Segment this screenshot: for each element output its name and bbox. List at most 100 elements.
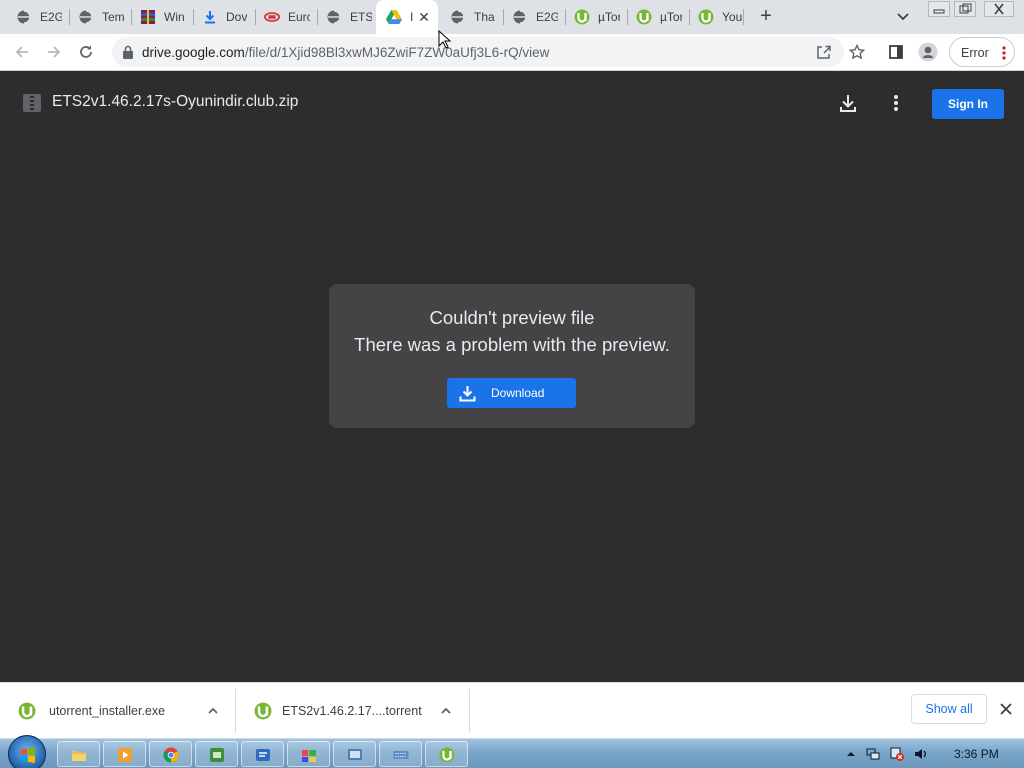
taskbar-explorer[interactable] — [57, 741, 100, 767]
taskbar-app[interactable] — [241, 741, 284, 767]
tab-euro[interactable]: Eurc — [252, 0, 318, 34]
tab-tha[interactable]: Tha — [438, 0, 504, 34]
tab-ets[interactable]: ETS — [314, 0, 380, 34]
utorrent-icon — [574, 9, 590, 25]
google-drive-icon — [386, 9, 402, 25]
tab-strip: E2G Tem Win Dov Eurc ETS I ✕ Tha E2G µTo… — [0, 0, 1024, 34]
file-name: ETS2v1.46.2.17s-Oyunindir.club.zip — [52, 93, 299, 110]
utorrent-icon — [254, 702, 272, 720]
download-filename: ETS2v1.46.2.17....torrent — [282, 704, 422, 718]
tab-utorrent-2[interactable]: µTor — [624, 0, 690, 34]
tab-close-icon[interactable]: ✕ — [416, 9, 432, 25]
taskbar-app[interactable] — [195, 741, 238, 767]
tab-utorrent-1[interactable]: µTor — [562, 0, 628, 34]
network-icon[interactable] — [866, 747, 880, 761]
minimize-button[interactable] — [928, 1, 950, 17]
tab-win[interactable]: Win — [128, 0, 194, 34]
lock-icon[interactable] — [122, 45, 134, 59]
globe-icon — [78, 9, 94, 25]
zip-file-icon — [23, 94, 41, 112]
chevron-up-icon[interactable] — [440, 704, 452, 716]
side-panel-icon[interactable] — [886, 42, 906, 62]
windows-logo-icon — [20, 747, 36, 763]
address-bar[interactable]: drive.google.com/file/d/1Xjid98Bl3xwMJ6Z… — [112, 37, 844, 67]
download-filename: utorrent_installer.exe — [49, 704, 166, 718]
clock[interactable]: 3:36 PM — [954, 747, 999, 761]
error-message: There was a problem with the preview. — [354, 334, 670, 355]
tab-title: µTor — [598, 10, 620, 24]
download-icon — [459, 385, 476, 402]
app-icon — [347, 747, 363, 763]
keyboard-icon — [393, 747, 409, 763]
tab-title: E2G — [40, 10, 62, 24]
tab-download-page[interactable]: Dov — [190, 0, 256, 34]
back-button[interactable] — [12, 42, 32, 62]
tab-search-chevron-icon[interactable] — [896, 9, 912, 25]
chevron-up-icon[interactable] — [207, 704, 219, 716]
explorer-icon — [71, 747, 87, 763]
globe-icon — [16, 9, 32, 25]
globe-icon — [450, 9, 466, 25]
restore-button[interactable] — [954, 1, 976, 17]
action-center-error-icon[interactable] — [890, 747, 904, 761]
reload-button[interactable] — [76, 42, 96, 62]
download-arrow-icon — [202, 9, 218, 25]
more-options-icon[interactable] — [893, 93, 899, 113]
system-tray: 3:36 PM — [844, 739, 1024, 768]
app-icon — [255, 747, 271, 763]
tab-title: µTor — [660, 10, 682, 24]
forward-button[interactable] — [44, 42, 64, 62]
bookmark-star-icon[interactable] — [847, 42, 867, 62]
tab-utorrent-3[interactable]: You — [686, 0, 744, 34]
taskbar-keyboard[interactable] — [379, 741, 422, 767]
profile-error-button[interactable]: Error — [949, 37, 1015, 67]
show-hidden-icons-icon[interactable] — [844, 747, 858, 761]
window-close-button[interactable] — [984, 1, 1014, 17]
taskbar-app[interactable] — [287, 741, 330, 767]
mouse-cursor-icon — [438, 29, 452, 50]
browser-toolbar: drive.google.com/file/d/1Xjid98Bl3xwMJ6Z… — [0, 34, 1024, 71]
winrar-icon — [140, 9, 156, 25]
volume-icon[interactable] — [914, 747, 928, 761]
close-icon[interactable] — [998, 701, 1014, 717]
utorrent-icon — [698, 9, 714, 25]
download-item[interactable]: ETS2v1.46.2.17....torrent — [236, 683, 470, 739]
viewer-header: ETS2v1.46.2.17s-Oyunindir.club.zip Sign … — [0, 71, 1024, 135]
tab-tem[interactable]: Tem — [66, 0, 132, 34]
profile-avatar[interactable] — [918, 42, 938, 62]
download-icon[interactable] — [838, 93, 858, 113]
app-icon — [209, 747, 225, 763]
windows-taskbar: 3:36 PM — [0, 735, 1024, 768]
tab-google-drive-active[interactable]: I ✕ — [376, 0, 438, 34]
globe-icon — [326, 9, 342, 25]
sign-in-button[interactable]: Sign In — [932, 89, 1004, 119]
taskbar-app[interactable] — [333, 741, 376, 767]
drive-preview-viewer: ETS2v1.46.2.17s-Oyunindir.club.zip Sign … — [0, 71, 1024, 682]
menu-dots-icon[interactable] — [1002, 45, 1006, 61]
app-icon — [301, 747, 317, 763]
tab-title: Tem — [102, 10, 124, 24]
tab-e2g-1[interactable]: E2G — [4, 0, 70, 34]
tab-title: Eurc — [288, 10, 310, 24]
globe-icon — [512, 9, 528, 25]
utorrent-icon — [636, 9, 652, 25]
tab-title: E2G — [536, 10, 558, 24]
tab-title: Dov — [226, 10, 248, 24]
tab-e2g-2[interactable]: E2G — [500, 0, 566, 34]
download-shelf: utorrent_installer.exe ETS2v1.46.2.17...… — [0, 682, 1024, 738]
tab-title: Win — [164, 10, 185, 24]
url-text[interactable]: drive.google.com/file/d/1Xjid98Bl3xwMJ6Z… — [142, 45, 549, 60]
download-button[interactable]: Download — [447, 378, 576, 408]
truck-game-icon — [264, 9, 280, 25]
screen: E2G Tem Win Dov Eurc ETS I ✕ Tha E2G µTo… — [0, 0, 1024, 768]
taskbar-media-player[interactable] — [103, 741, 146, 767]
show-all-button[interactable]: Show all — [911, 694, 987, 724]
utorrent-icon — [18, 702, 36, 720]
download-item[interactable]: utorrent_installer.exe — [0, 683, 236, 739]
new-tab-button[interactable]: + — [756, 6, 776, 26]
tab-title: ETS — [350, 10, 372, 24]
start-button[interactable] — [8, 735, 46, 768]
share-icon[interactable] — [816, 44, 832, 60]
taskbar-utorrent[interactable] — [425, 741, 468, 767]
taskbar-chrome[interactable] — [149, 741, 192, 767]
